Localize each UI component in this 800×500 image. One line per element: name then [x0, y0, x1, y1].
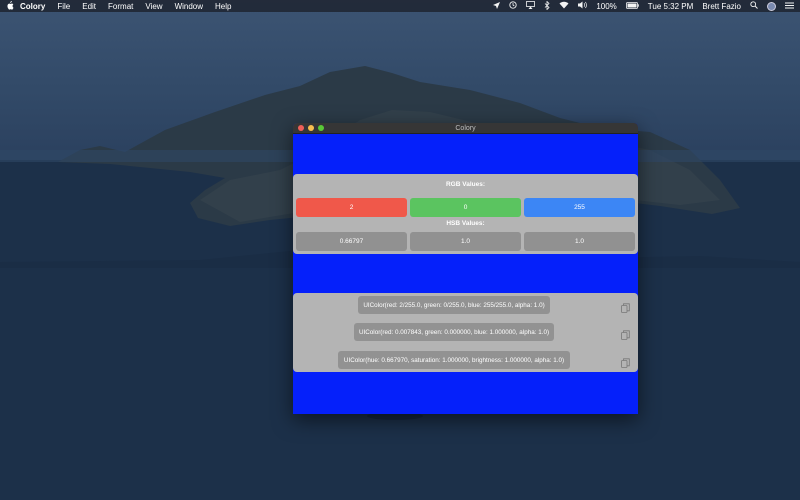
wifi-icon[interactable] [559, 1, 569, 11]
uicolor-rgb255-code: UIColor(red: 2/255.0, green: 0/255.0, bl… [358, 296, 550, 314]
uicolor-rgb-float-code: UIColor(red: 0.007843, green: 0.000000, … [354, 323, 554, 341]
window-titlebar[interactable]: Colory [293, 123, 638, 134]
volume-icon[interactable] [578, 1, 588, 11]
saturation-value-field[interactable]: 1.0 [410, 232, 521, 251]
hsb-heading: HSB Values: [446, 220, 485, 227]
copy-icon[interactable] [621, 300, 630, 313]
uicolor-hsb-code: UIColor(hue: 0.667970, saturation: 1.000… [338, 351, 570, 369]
menu-window[interactable]: Window [175, 2, 203, 11]
colory-window: Colory RGB Values: 2 0 255 HSB Values: 0… [293, 123, 638, 414]
window-title: Colory [455, 124, 476, 132]
menu-help[interactable]: Help [215, 2, 231, 11]
blue-value-field[interactable]: 255 [524, 198, 635, 217]
menu-edit[interactable]: Edit [82, 2, 96, 11]
menu-user-name[interactable]: Brett Fazio [702, 2, 741, 11]
green-value-field[interactable]: 0 [410, 198, 521, 217]
red-value-field[interactable]: 2 [296, 198, 407, 217]
battery-full-icon[interactable] [625, 1, 639, 11]
menu-format[interactable]: Format [108, 2, 133, 11]
values-panel: RGB Values: 2 0 255 HSB Values: 0.66797 … [293, 174, 638, 254]
search-icon[interactable] [750, 1, 758, 11]
menu-file[interactable]: File [57, 2, 70, 11]
copy-icon[interactable] [621, 355, 630, 368]
code-panel: UIColor(red: 2/255.0, green: 0/255.0, bl… [293, 293, 638, 372]
menu-view[interactable]: View [145, 2, 162, 11]
bluetooth-icon[interactable] [544, 0, 550, 12]
time-machine-icon[interactable] [509, 1, 517, 11]
rgb-heading: RGB Values: [445, 181, 485, 188]
battery-percent[interactable]: 100% [596, 2, 616, 11]
brightness-value-field[interactable]: 1.0 [524, 232, 635, 251]
menu-bar: Colory File Edit Format View Window Help… [0, 0, 800, 12]
location-icon[interactable] [493, 1, 501, 11]
siri-icon[interactable] [767, 1, 776, 11]
menu-app-name[interactable]: Colory [20, 2, 45, 11]
copy-icon[interactable] [621, 327, 630, 340]
notification-center-icon[interactable] [785, 2, 794, 11]
airplay-icon[interactable] [526, 1, 536, 11]
menu-clock[interactable]: Tue 5:32 PM [648, 2, 694, 11]
hue-value-field[interactable]: 0.66797 [296, 232, 407, 251]
apple-menu-icon[interactable] [6, 0, 20, 12]
